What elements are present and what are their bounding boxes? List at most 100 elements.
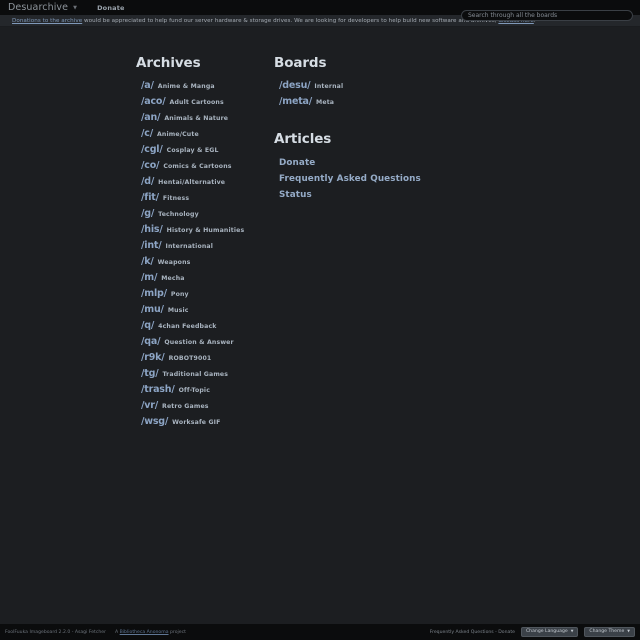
board-description: Anime & Manga <box>157 83 215 90</box>
board-shortname: /wsg/ <box>141 416 169 427</box>
article-row[interactable]: Donate <box>274 155 534 171</box>
boards-heading: Boards <box>274 55 327 71</box>
board-description: Comics & Cartoons <box>163 163 232 170</box>
archives-column: Archives /a/Anime & Manga/aco/Adult Cart… <box>136 55 274 432</box>
board-shortname: /tg/ <box>141 368 159 379</box>
search-input[interactable] <box>461 10 633 21</box>
board-row[interactable]: /desu/Internal <box>274 80 534 96</box>
change-language-button[interactable]: Change Language ▼ <box>520 627 579 637</box>
change-language-label: Change Language <box>525 628 568 634</box>
board-row[interactable]: /trash/Off-Topic <box>136 384 274 400</box>
board-row[interactable]: /meta/Meta <box>274 96 534 112</box>
board-shortname: /int/ <box>141 240 162 251</box>
article-row[interactable]: Frequently Asked Questions <box>274 171 534 187</box>
announcement-donations-link[interactable]: Donations to the archive <box>12 18 82 24</box>
board-row[interactable]: /cgl/Cosplay & EGL <box>136 144 274 160</box>
board-shortname: /q/ <box>141 320 155 331</box>
board-row[interactable]: /d/Hentai/Alternative <box>136 176 274 192</box>
top-navigation-bar: Desuarchive ▼ Donate <box>0 0 640 21</box>
change-theme-label: Change Theme <box>589 628 625 634</box>
board-shortname: /co/ <box>141 160 160 171</box>
chevron-down-icon: ▼ <box>627 629 630 634</box>
board-shortname: /meta/ <box>279 96 313 107</box>
board-row[interactable]: /qa/Question & Answer <box>136 336 274 352</box>
site-brand[interactable]: Desuarchive ▼ <box>8 2 77 13</box>
board-description: Animals & Nature <box>164 115 229 122</box>
board-description: International <box>165 243 213 250</box>
board-shortname: /qa/ <box>141 336 161 347</box>
board-row[interactable]: /mu/Music <box>136 304 274 320</box>
board-row[interactable]: /c/Anime/Cute <box>136 128 274 144</box>
board-row[interactable]: /q/4chan Feedback <box>136 320 274 336</box>
footer-right-group: Frequently Asked Questions - Donate Chan… <box>430 627 635 637</box>
board-description: Adult Cartoons <box>169 99 224 106</box>
board-shortname: /cgl/ <box>141 144 163 155</box>
announcement-body-before: would be appreciated to help fund our se… <box>82 17 499 24</box>
board-shortname: /trash/ <box>141 384 175 395</box>
board-description: History & Humanities <box>166 227 245 234</box>
board-description: ROBOT9001 <box>168 355 212 362</box>
archives-heading: Archives <box>136 55 201 71</box>
board-row[interactable]: /r9k/ROBOT9001 <box>136 352 274 368</box>
board-row[interactable]: /an/Animals & Nature <box>136 112 274 128</box>
board-shortname: /vr/ <box>141 400 159 411</box>
board-row[interactable]: /wsg/Worksafe GIF <box>136 416 274 432</box>
footer-project-link[interactable]: Bibliotheca Anonoma <box>120 630 169 635</box>
board-shortname: /his/ <box>141 224 163 235</box>
board-row[interactable]: /m/Mecha <box>136 272 274 288</box>
board-description: Off-Topic <box>178 387 211 394</box>
board-row[interactable]: /int/International <box>136 240 274 256</box>
search-container <box>461 2 633 21</box>
board-shortname: /d/ <box>141 176 155 187</box>
board-row[interactable]: /co/Comics & Cartoons <box>136 160 274 176</box>
board-shortname: /aco/ <box>141 96 166 107</box>
article-link: Frequently Asked Questions <box>279 174 421 184</box>
footer-meta-links[interactable]: Frequently Asked Questions - Donate <box>430 630 515 635</box>
change-theme-button[interactable]: Change Theme ▼ <box>584 627 635 637</box>
board-description: Mecha <box>161 275 185 282</box>
board-description: Internal <box>314 83 344 90</box>
board-shortname: /m/ <box>141 272 158 283</box>
board-shortname: /c/ <box>141 128 153 139</box>
articles-list: Donate Frequently Asked Questions Status <box>274 155 534 203</box>
board-row[interactable]: /fit/Fitness <box>136 192 274 208</box>
board-description: Meta <box>316 99 335 106</box>
chevron-down-icon[interactable]: ▼ <box>73 5 77 11</box>
article-link: Status <box>279 190 312 200</box>
content-columns: Archives /a/Anime & Manga/aco/Adult Cart… <box>0 55 640 432</box>
board-shortname: /fit/ <box>141 192 159 203</box>
board-row[interactable]: /his/History & Humanities <box>136 224 274 240</box>
footer-project-credit: A Bibliotheca Anonoma project <box>115 630 186 635</box>
board-description: Weapons <box>157 259 191 266</box>
announcement-text: Donations to the archive would be apprec… <box>12 18 536 24</box>
board-row[interactable]: /g/Technology <box>136 208 274 224</box>
board-shortname: /r9k/ <box>141 352 165 363</box>
board-shortname: /mu/ <box>141 304 164 315</box>
board-row[interactable]: /vr/Retro Games <box>136 400 274 416</box>
main-content: Archives /a/Anime & Manga/aco/Adult Cart… <box>0 27 640 432</box>
footer-left-group: FoolFuuka Imageboard 2.2.0 - Asagi Fetch… <box>5 630 186 635</box>
chevron-down-icon: ▼ <box>570 629 574 634</box>
board-shortname: /a/ <box>141 80 154 91</box>
board-row[interactable]: /k/Weapons <box>136 256 274 272</box>
board-description: Hentai/Alternative <box>158 179 226 186</box>
nav-item-donate[interactable]: Donate <box>97 4 125 12</box>
site-brand-label: Desuarchive <box>8 2 69 13</box>
boards-list: /desu/Internal/meta/Meta <box>274 80 534 112</box>
board-shortname: /g/ <box>141 208 155 219</box>
board-row[interactable]: /mlp/Pony <box>136 288 274 304</box>
article-link: Donate <box>279 158 316 168</box>
board-row[interactable]: /tg/Traditional Games <box>136 368 274 384</box>
board-description: Technology <box>158 211 199 218</box>
board-description: 4chan Feedback <box>158 323 217 330</box>
board-shortname: /desu/ <box>279 80 311 91</box>
board-row[interactable]: /a/Anime & Manga <box>136 80 274 96</box>
board-row[interactable]: /aco/Adult Cartoons <box>136 96 274 112</box>
board-description: Music <box>167 307 189 314</box>
board-shortname: /k/ <box>141 256 154 267</box>
article-row[interactable]: Status <box>274 187 534 203</box>
board-description: Fitness <box>162 195 190 202</box>
board-shortname: /mlp/ <box>141 288 167 299</box>
board-description: Cosplay & EGL <box>166 147 219 154</box>
board-description: Traditional Games <box>162 371 229 378</box>
